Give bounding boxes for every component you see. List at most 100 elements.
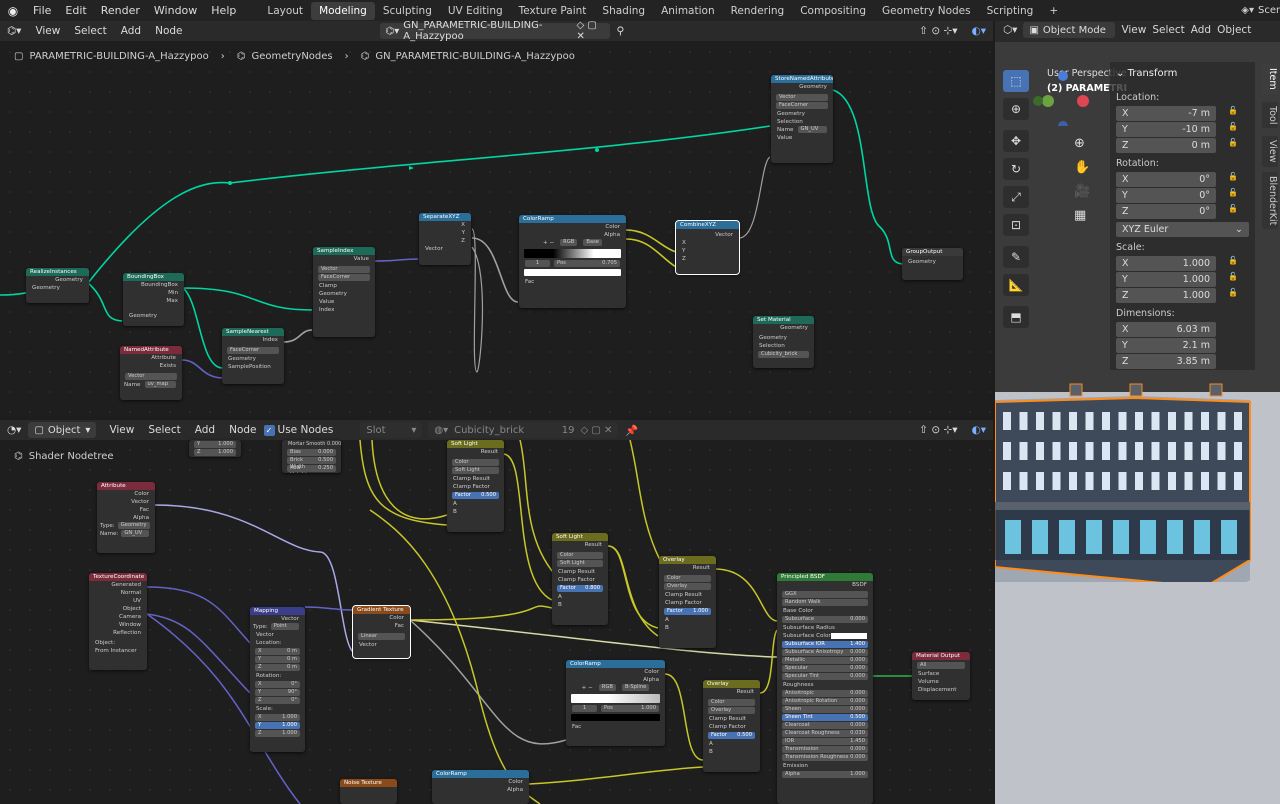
row-height-field[interactable]: Row Height 0.250	[287, 465, 336, 473]
bsdf-input-row[interactable]: Metallic 0.000	[782, 657, 868, 664]
dim-z-field[interactable]: Z 3.85 m	[1116, 354, 1246, 369]
data-type-dropdown[interactable]: Color	[708, 699, 755, 706]
socket-object-out[interactable]: Object	[89, 605, 147, 613]
socket-vector-out[interactable]: Vector	[97, 498, 155, 506]
node-named-attribute[interactable]: NamedAttribute Attribute Exists Vector N…	[120, 346, 182, 400]
fake-user-icon[interactable]: ◇ ▢ ✕	[580, 425, 612, 436]
factor-field[interactable]: Factor 1.000	[664, 608, 711, 615]
rot-y-field[interactable]: Y 0° 🔓	[1116, 188, 1246, 203]
tab-tool[interactable]: Tool	[1262, 102, 1278, 129]
socket-geometry-in[interactable]: Geometry	[902, 258, 963, 266]
pan-icon[interactable]: ✋	[1074, 160, 1090, 175]
shader-type-dropdown[interactable]: ▢ Object ▾	[28, 422, 97, 438]
socket-b-in[interactable]: B	[703, 748, 760, 756]
node-material-output[interactable]: Material Output All Surface Volume Displ…	[912, 652, 970, 700]
subsurface-method-dropdown[interactable]: Random Walk	[782, 599, 868, 606]
stop-color-swatch[interactable]	[524, 269, 621, 276]
socket-fac-in[interactable]: Fac	[566, 723, 665, 731]
blend-mode-dropdown[interactable]: Soft Light	[557, 560, 603, 567]
socket-a-in[interactable]: A	[659, 616, 716, 624]
data-type-dropdown[interactable]: Color	[664, 575, 711, 582]
bias-field[interactable]: Bias 0.000	[287, 449, 336, 456]
editor-type-icon[interactable]: ⬡▾	[1003, 24, 1017, 36]
node-realize-instances[interactable]: RealizeInstances Geometry Geometry	[26, 268, 89, 303]
tab-item[interactable]: Item	[1262, 64, 1278, 94]
clamp-checkbox[interactable]: Clamp	[313, 282, 375, 290]
transform-header[interactable]: ⌄ Transform	[1116, 68, 1177, 79]
socket-a-in[interactable]: A	[552, 593, 608, 601]
tab-animation[interactable]: Animation	[653, 2, 723, 20]
loc-y-field[interactable]: Y -10 m 🔓	[1116, 122, 1246, 137]
node-set-material[interactable]: Set Material Geometry Geometry Selection…	[753, 316, 814, 368]
interpolation-dropdown[interactable]: Base	[583, 239, 602, 246]
navigation-gizmo[interactable]	[1033, 66, 1103, 126]
bsdf-input-row[interactable]: Transmission 0.000	[782, 746, 868, 753]
scale-tool-icon[interactable]: ⤢	[1003, 186, 1029, 208]
lock-icon[interactable]: 🔓	[1228, 138, 1238, 153]
scene-name[interactable]: Scene	[1254, 5, 1280, 16]
stop-position-field[interactable]: Pos 0.705	[554, 260, 620, 267]
bsdf-input-row[interactable]: Subsurface Anisotropy 0.000	[782, 649, 868, 656]
node-color-ramp[interactable]: ColorRamp Color Alpha + − RGB Base 1 Pos 0.7…	[519, 215, 626, 308]
socket-color-out[interactable]: Color	[353, 614, 410, 622]
socket-vector-in[interactable]: Vector	[419, 245, 471, 253]
node-group-output[interactable]: GroupOutput Geometry	[902, 248, 963, 280]
scale-z-field[interactable]: Z 1.000	[255, 730, 300, 737]
node-overlay-2[interactable]: Overlay Result Color Overlay Clamp Resul…	[703, 680, 760, 772]
socket-b-in[interactable]: B	[552, 601, 608, 609]
dim-x-field[interactable]: X 6.03 m	[1116, 322, 1246, 337]
node-mapping-partial[interactable]: Y 1.000 Z 1.000	[189, 440, 241, 457]
measure-tool-icon[interactable]: 📐	[1003, 274, 1029, 296]
overlay-icon[interactable]: ◐▾	[965, 25, 993, 37]
rotate-tool-icon[interactable]: ↻	[1003, 158, 1029, 180]
object-field[interactable]: Object:	[89, 639, 147, 647]
socket-uv-out[interactable]: UV	[89, 597, 147, 605]
tab-shading[interactable]: Shading	[594, 2, 653, 20]
socket-min-out[interactable]: Min	[123, 289, 184, 297]
socket-exists-out[interactable]: Exists	[120, 362, 182, 370]
overlay-icon[interactable]: ◐▾	[965, 424, 993, 436]
grid-view-icon[interactable]: ▦	[1074, 208, 1086, 223]
socket-index-in[interactable]: Index	[313, 306, 375, 314]
add-stop-icon[interactable]: + −	[543, 239, 554, 247]
interpolation-dropdown[interactable]: B-Spline	[621, 684, 650, 691]
tab-rendering[interactable]: Rendering	[723, 2, 793, 20]
move-tool-icon[interactable]: ✥	[1003, 130, 1029, 152]
socket-geometry-in[interactable]: Geometry	[753, 334, 814, 342]
socket-alpha-out[interactable]: Alpha	[566, 676, 665, 684]
name-field[interactable]: GN_UV	[121, 530, 149, 537]
bsdf-input-row[interactable]: Transmission Roughness 0.000	[782, 754, 868, 761]
sh-menu-add[interactable]: Add	[188, 424, 222, 436]
socket-max-out[interactable]: Max	[123, 297, 184, 305]
stop-position-field[interactable]: Pos 1.000	[601, 705, 659, 712]
lock-icon[interactable]: 🔓	[1228, 204, 1238, 219]
domain-dropdown[interactable]: FaceCorner	[318, 274, 370, 281]
bsdf-input-row[interactable]: Subsurface 0.000	[782, 616, 868, 623]
add-stop-icon[interactable]: + −	[582, 684, 593, 692]
socket-alpha-out[interactable]: Alpha	[97, 514, 155, 522]
name-field[interactable]: GN_UV	[797, 126, 827, 133]
loc-z-field[interactable]: Z 0 m 🔓	[1116, 138, 1246, 153]
node-store-named-attribute[interactable]: StoreNamedAttribute Geometry Vector Face…	[771, 75, 833, 163]
lock-icon[interactable]: 🔓	[1228, 256, 1238, 271]
node-texture-coordinate[interactable]: TextureCoordinate Generated Normal UV Ob…	[89, 573, 147, 670]
bsdf-input-row[interactable]: Alpha 1.000	[782, 771, 868, 778]
tab-layout[interactable]: Layout	[259, 2, 311, 20]
socket-geometry-in[interactable]: Geometry	[26, 284, 89, 292]
zoom-icon[interactable]: ⊕	[1074, 136, 1085, 151]
socket-value-out[interactable]: Value	[313, 255, 375, 263]
socket-volume-in[interactable]: Volume	[912, 678, 970, 686]
socket-color-out[interactable]: Color	[432, 778, 529, 786]
rot-z-field[interactable]: Z 0°	[255, 697, 300, 704]
socket-displacement-in[interactable]: Displacement	[912, 686, 970, 694]
color-mode-dropdown[interactable]: RGB	[560, 239, 578, 246]
color-mode-dropdown[interactable]: RGB	[598, 684, 616, 691]
dim-y-field[interactable]: Y 2.1 m	[1116, 338, 1246, 353]
vp-menu-view[interactable]: View	[1121, 24, 1146, 36]
loc-z-field[interactable]: Z 0 m	[255, 664, 300, 671]
brick-width-field[interactable]: Brick Width 0.500	[287, 457, 336, 470]
tab-scripting[interactable]: Scripting	[979, 2, 1042, 20]
color-ramp-gradient[interactable]	[524, 249, 621, 258]
scl-z-field[interactable]: Z 1.000 🔓	[1116, 288, 1246, 303]
camera-icon[interactable]: 🎥	[1074, 184, 1090, 199]
